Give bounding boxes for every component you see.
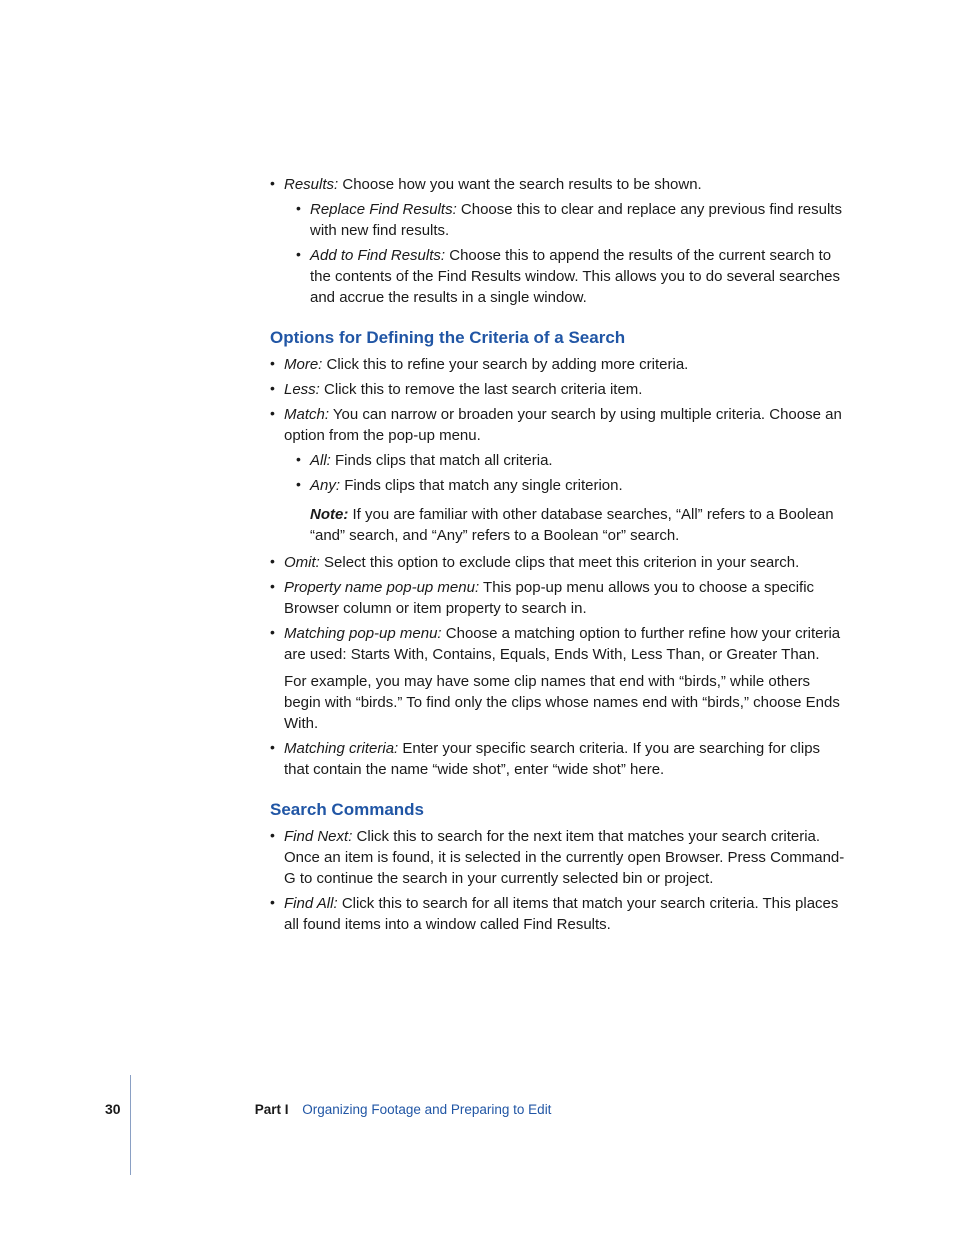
item-text: Finds clips that match any single criter… xyxy=(344,477,622,494)
list-item: Matching criteria: Enter your specific s… xyxy=(270,738,849,780)
item-text: Finds clips that match all criteria. xyxy=(335,452,553,469)
options-heading: Options for Defining the Criteria of a S… xyxy=(270,326,849,350)
item-text: Click this to search for all items that … xyxy=(284,895,838,933)
note-text: If you are familiar with other database … xyxy=(310,506,834,544)
note-label: Note: xyxy=(310,506,348,523)
item-label: Property name pop-up menu: xyxy=(284,579,479,596)
list-item: Omit: Select this option to exclude clip… xyxy=(270,552,849,573)
item-label: Add to Find Results: xyxy=(310,247,445,264)
list-item: Matching pop-up menu: Choose a matching … xyxy=(270,623,849,734)
item-label: Replace Find Results: xyxy=(310,201,457,218)
page-number: 30 xyxy=(105,1100,121,1120)
part-title: Organizing Footage and Preparing to Edit xyxy=(302,1102,551,1117)
list-item: Property name pop-up menu: This pop-up m… xyxy=(270,577,849,619)
list-item: Find All: Click this to search for all i… xyxy=(270,893,849,935)
page-footer: 30 Part I Organizing Footage and Prepari… xyxy=(0,1099,954,1120)
search-commands-heading: Search Commands xyxy=(270,798,849,822)
part-label: Part I xyxy=(255,1102,289,1117)
item-label: Less: xyxy=(284,381,320,398)
item-label: Matching criteria: xyxy=(284,740,398,757)
item-label: All: xyxy=(310,452,331,469)
results-sublist: Replace Find Results: Choose this to cle… xyxy=(296,199,849,308)
item-text: Click this to search for the next item t… xyxy=(284,828,844,887)
item-label: Omit: xyxy=(284,554,320,571)
list-item: Any: Finds clips that match any single c… xyxy=(296,475,849,496)
item-label: Results: xyxy=(284,176,338,193)
item-label: Any: xyxy=(310,477,340,494)
example-paragraph: For example, you may have some clip name… xyxy=(284,671,849,734)
item-label: Find Next: xyxy=(284,828,352,845)
results-list: Results: Choose how you want the search … xyxy=(270,174,849,308)
item-text: You can narrow or broaden your search by… xyxy=(284,406,842,444)
search-commands-list: Find Next: Click this to search for the … xyxy=(270,826,849,935)
note-paragraph: Note: If you are familiar with other dat… xyxy=(296,504,849,546)
item-label: Match: xyxy=(284,406,329,423)
match-sublist: All: Finds clips that match all criteria… xyxy=(296,450,849,496)
list-item: Find Next: Click this to search for the … xyxy=(270,826,849,889)
list-item: All: Finds clips that match all criteria… xyxy=(296,450,849,471)
item-text: Select this option to exclude clips that… xyxy=(324,554,799,571)
list-item: Results: Choose how you want the search … xyxy=(270,174,849,308)
footer-part: Part I Organizing Footage and Preparing … xyxy=(255,1101,552,1120)
footer-rule xyxy=(130,1075,131,1175)
list-item: Match: You can narrow or broaden your se… xyxy=(270,404,849,546)
item-text: Click this to remove the last search cri… xyxy=(324,381,642,398)
options-list: More: Click this to refine your search b… xyxy=(270,354,849,780)
list-item: Replace Find Results: Choose this to cle… xyxy=(296,199,849,241)
list-item: Less: Click this to remove the last sear… xyxy=(270,379,849,400)
list-item: Add to Find Results: Choose this to appe… xyxy=(296,245,849,308)
item-label: Find All: xyxy=(284,895,338,912)
item-label: Matching pop-up menu: xyxy=(284,625,442,642)
item-text: Choose how you want the search results t… xyxy=(342,176,701,193)
page: Results: Choose how you want the search … xyxy=(0,0,954,1235)
list-item: More: Click this to refine your search b… xyxy=(270,354,849,375)
item-label: More: xyxy=(284,356,322,373)
item-text: Click this to refine your search by addi… xyxy=(327,356,689,373)
